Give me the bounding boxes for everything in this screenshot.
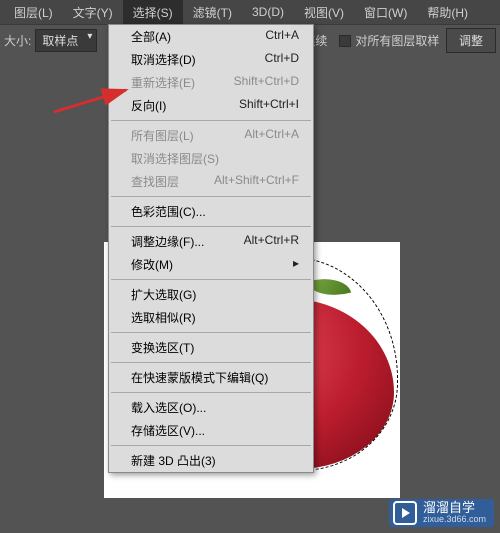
menu-filter[interactable]: 滤镜(T) [183, 0, 242, 25]
play-icon [393, 501, 417, 525]
menu-item-find-layers: 查找图层Alt+Shift+Ctrl+F [109, 170, 313, 193]
menu-separator [111, 279, 311, 280]
watermark: 溜溜自学 zixue.3d66.com [389, 499, 494, 527]
menu-text[interactable]: 文字(Y) [63, 0, 123, 25]
menu-item-refine-edge[interactable]: 调整边缘(F)...Alt+Ctrl+R [109, 230, 313, 253]
menu-separator [111, 196, 311, 197]
menu-item-load-selection[interactable]: 载入选区(O)... [109, 396, 313, 419]
menu-item-grow[interactable]: 扩大选取(G) [109, 283, 313, 306]
watermark-title: 溜溜自学 [423, 501, 486, 515]
menu-separator [111, 445, 311, 446]
menu-window[interactable]: 窗口(W) [354, 0, 417, 25]
menu-separator [111, 120, 311, 121]
menu-separator [111, 332, 311, 333]
menu-item-similar[interactable]: 选取相似(R) [109, 306, 313, 329]
watermark-subtitle: zixue.3d66.com [423, 515, 486, 525]
menu-separator [111, 392, 311, 393]
menu-layer[interactable]: 图层(L) [4, 0, 63, 25]
menu-item-color-range[interactable]: 色彩范围(C)... [109, 200, 313, 223]
menu-item-select-all[interactable]: 全部(A)Ctrl+A [109, 25, 313, 48]
sample-all-label: 对所有图层取样 [355, 32, 439, 49]
menu-help[interactable]: 帮助(H) [417, 0, 478, 25]
menu-item-save-selection[interactable]: 存储选区(V)... [109, 419, 313, 442]
menubar: 图层(L) 文字(Y) 选择(S) 滤镜(T) 3D(D) 视图(V) 窗口(W… [0, 0, 500, 24]
menu-item-transform-selection[interactable]: 变换选区(T) [109, 336, 313, 359]
menu-3d[interactable]: 3D(D) [242, 1, 294, 23]
size-dropdown[interactable]: 取样点 [35, 29, 97, 52]
size-label: 大小: [4, 32, 31, 49]
sample-all-checkbox-wrap[interactable]: 对所有图层取样 [339, 32, 439, 49]
menu-item-new-3d-extrusion[interactable]: 新建 3D 凸出(3) [109, 449, 313, 472]
sample-all-checkbox[interactable] [339, 35, 351, 47]
menu-item-modify[interactable]: 修改(M)▸ [109, 253, 313, 276]
adjust-button[interactable]: 调整 [446, 28, 496, 53]
menu-item-inverse[interactable]: 反向(I)Shift+Ctrl+I [109, 94, 313, 117]
menu-item-reselect: 重新选择(E)Shift+Ctrl+D [109, 71, 313, 94]
menu-item-deselect-layers: 取消选择图层(S) [109, 147, 313, 170]
menu-select[interactable]: 选择(S) [123, 0, 183, 25]
menu-separator [111, 226, 311, 227]
select-menu-dropdown: 全部(A)Ctrl+A 取消选择(D)Ctrl+D 重新选择(E)Shift+C… [108, 24, 314, 473]
menu-item-deselect[interactable]: 取消选择(D)Ctrl+D [109, 48, 313, 71]
menu-item-quick-mask[interactable]: 在快速蒙版模式下编辑(Q) [109, 366, 313, 389]
menu-view[interactable]: 视图(V) [294, 0, 354, 25]
menu-separator [111, 362, 311, 363]
menu-item-all-layers: 所有图层(L)Alt+Ctrl+A [109, 124, 313, 147]
